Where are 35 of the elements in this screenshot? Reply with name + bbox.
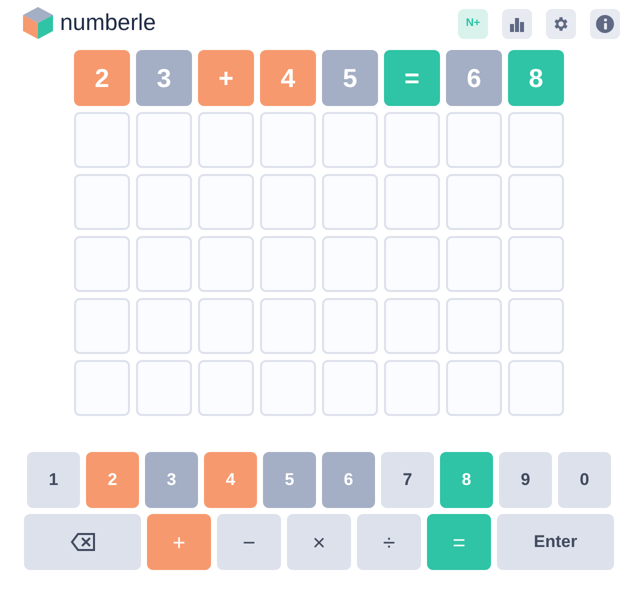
info-button[interactable]: [590, 8, 620, 38]
key[interactable]: 1: [27, 452, 80, 508]
key[interactable]: =: [427, 514, 491, 570]
key[interactable]: 7: [381, 452, 434, 508]
tile: 2: [74, 50, 130, 106]
mode-button[interactable]: N+: [458, 8, 488, 38]
tile: 3: [136, 50, 192, 106]
key[interactable]: ×: [287, 514, 351, 570]
tile: +: [198, 50, 254, 106]
backspace-key[interactable]: [24, 514, 141, 570]
key[interactable]: 2: [86, 452, 139, 508]
key[interactable]: 9: [499, 452, 552, 508]
backspace-icon: [70, 532, 96, 552]
stats-button[interactable]: [502, 8, 532, 38]
key[interactable]: 6: [322, 452, 375, 508]
key[interactable]: 3: [145, 452, 198, 508]
settings-button[interactable]: [546, 8, 576, 38]
key[interactable]: 4: [204, 452, 257, 508]
key[interactable]: 5: [263, 452, 316, 508]
tile: =: [384, 50, 440, 106]
info-icon: [596, 14, 614, 32]
tile: 5: [322, 50, 378, 106]
cube-logo-icon: [22, 6, 54, 40]
tile: 4: [260, 50, 316, 106]
app-title: numberle: [60, 8, 156, 38]
tile: 8: [508, 50, 564, 106]
key[interactable]: +: [147, 514, 211, 570]
enter-key[interactable]: Enter: [497, 514, 614, 570]
key[interactable]: 0: [558, 452, 611, 508]
tile: 6: [446, 50, 502, 106]
key[interactable]: 8: [440, 452, 493, 508]
bar-chart-icon: [509, 16, 525, 32]
settings-icon: [552, 14, 570, 32]
key[interactable]: ÷: [357, 514, 421, 570]
key[interactable]: −: [217, 514, 281, 570]
